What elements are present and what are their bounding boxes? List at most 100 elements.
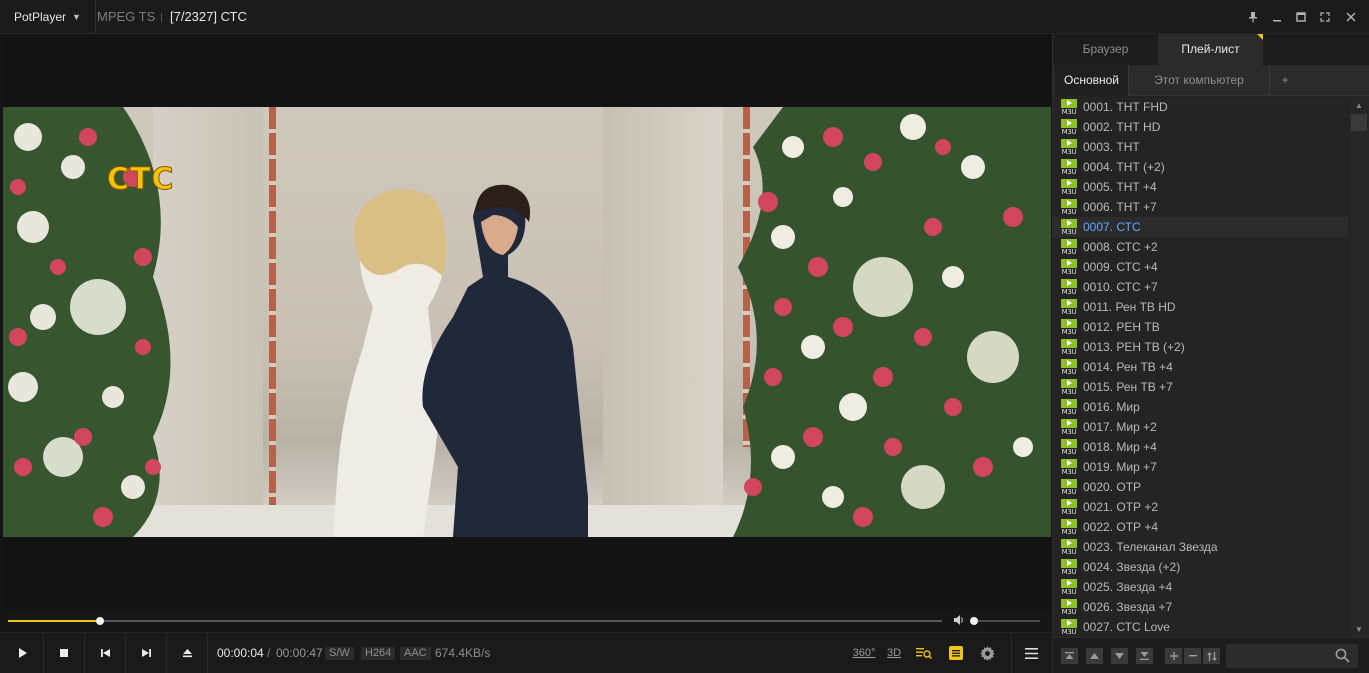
- playlist-item[interactable]: M3U 0002. ТНТ HD: [1053, 117, 1348, 137]
- m3u-file-icon: M3U: [1061, 558, 1077, 576]
- move-top-icon[interactable]: [1061, 648, 1078, 664]
- subtab-this-computer[interactable]: Этот компьютер: [1129, 65, 1270, 96]
- playlist-item-label: 0003. ТНТ: [1083, 140, 1140, 154]
- vr-360-button[interactable]: 360°: [853, 633, 876, 673]
- channel-logo: СТС: [107, 162, 175, 198]
- search-icon[interactable]: [1335, 648, 1350, 666]
- subtab-main[interactable]: Основной: [1055, 65, 1129, 96]
- m3u-file-icon: M3U: [1061, 398, 1077, 416]
- minimize-icon[interactable]: [1265, 0, 1289, 34]
- volume-handle[interactable]: [970, 617, 978, 625]
- volume-slider[interactable]: [970, 617, 1040, 625]
- playlist-item[interactable]: M3U 0005. ТНТ +4: [1053, 177, 1348, 197]
- chevron-down-icon: ▼: [72, 12, 81, 22]
- next-button[interactable]: [126, 633, 167, 673]
- playlist-item[interactable]: M3U 0027. СТС Love: [1053, 617, 1348, 637]
- playlist-item-label: 0011. Рен ТВ HD: [1083, 300, 1176, 314]
- playlist-item[interactable]: M3U 0011. Рен ТВ HD: [1053, 297, 1348, 317]
- seek-bar[interactable]: [8, 617, 942, 625]
- scroll-down-icon[interactable]: ▼: [1349, 621, 1369, 637]
- playlist-item[interactable]: M3U 0007. СТС: [1053, 217, 1348, 237]
- m3u-file-icon: M3U: [1061, 618, 1077, 636]
- playlist-item-label: 0007. СТС: [1083, 220, 1141, 234]
- playlist-search-button[interactable]: [914, 633, 934, 673]
- settings-button[interactable]: [978, 633, 996, 673]
- m3u-file-icon: M3U: [1061, 98, 1077, 116]
- video-area[interactable]: СТС: [3, 34, 1051, 610]
- playlist-item[interactable]: M3U 0003. ТНТ: [1053, 137, 1348, 157]
- play-button[interactable]: [3, 633, 44, 673]
- add-item-icon[interactable]: [1165, 648, 1182, 664]
- tab-playlist[interactable]: Плей-лист: [1158, 34, 1263, 65]
- media-format: MPEG TS: [97, 9, 156, 24]
- scroll-thumb[interactable]: [1351, 114, 1367, 131]
- brick-column: [269, 107, 276, 517]
- volume-icon[interactable]: [953, 614, 965, 629]
- playlist-item[interactable]: M3U 0006. ТНТ +7: [1053, 197, 1348, 217]
- add-subtab-button[interactable]: +: [1270, 65, 1300, 96]
- playlist-item[interactable]: M3U 0018. Мир +4: [1053, 437, 1348, 457]
- previous-button[interactable]: [85, 633, 126, 673]
- playlist-search-input[interactable]: [1226, 644, 1358, 668]
- playlist-footer: [1053, 637, 1369, 673]
- playlist-item[interactable]: M3U 0022. ОТР +4: [1053, 517, 1348, 537]
- m3u-file-icon: M3U: [1061, 538, 1077, 556]
- decoder-badge[interactable]: S/W: [325, 647, 354, 660]
- remove-item-icon[interactable]: [1184, 648, 1201, 664]
- playlist-item[interactable]: M3U 0024. Звезда (+2): [1053, 557, 1348, 577]
- eject-icon: [182, 649, 192, 658]
- playlist-item[interactable]: M3U 0013. РЕН ТВ (+2): [1053, 337, 1348, 357]
- playlist-item-label: 0014. Рен ТВ +4: [1083, 360, 1173, 374]
- playlist-item-label: 0002. ТНТ HD: [1083, 120, 1161, 134]
- playlist-item[interactable]: M3U 0026. Звезда +7: [1053, 597, 1348, 617]
- video-frame[interactable]: СТС: [3, 107, 1051, 537]
- playlist-toggle-button[interactable]: [947, 633, 965, 673]
- playlist-item[interactable]: M3U 0023. Телеканал Звезда: [1053, 537, 1348, 557]
- playlist-scrollbar[interactable]: ▲ ▼: [1349, 97, 1369, 637]
- playlist-search-icon: [916, 648, 932, 660]
- move-up-icon[interactable]: [1086, 648, 1103, 664]
- pin-icon[interactable]: [1241, 0, 1265, 34]
- eject-button[interactable]: [167, 633, 208, 673]
- playlist-item[interactable]: M3U 0015. Рен ТВ +7: [1053, 377, 1348, 397]
- sort-icon[interactable]: [1203, 648, 1220, 664]
- playlist-item[interactable]: M3U 0016. Мир: [1053, 397, 1348, 417]
- m3u-file-icon: M3U: [1061, 278, 1077, 296]
- playlist-item[interactable]: M3U 0001. ТНТ FHD: [1053, 97, 1348, 117]
- playlist-item[interactable]: M3U 0019. Мир +7: [1053, 457, 1348, 477]
- playlist-item[interactable]: M3U 0020. ОТР: [1053, 477, 1348, 497]
- main-menu-button[interactable]: [1011, 633, 1051, 673]
- playlist-item[interactable]: M3U 0010. СТС +7: [1053, 277, 1348, 297]
- skip-back-icon: [100, 649, 110, 657]
- playlist-item[interactable]: M3U 0012. РЕН ТВ: [1053, 317, 1348, 337]
- move-down-icon[interactable]: [1111, 648, 1128, 664]
- playlist-item[interactable]: M3U 0014. Рен ТВ +4: [1053, 357, 1348, 377]
- playlist-item[interactable]: M3U 0021. ОТР +2: [1053, 497, 1348, 517]
- m3u-file-icon: M3U: [1061, 238, 1077, 256]
- audio-codec-badge[interactable]: AAC: [400, 647, 431, 660]
- stop-button[interactable]: [44, 633, 85, 673]
- playlist-item-label: 0005. ТНТ +4: [1083, 180, 1157, 194]
- fullscreen-icon[interactable]: [1313, 0, 1337, 34]
- playlist-item[interactable]: M3U 0009. СТС +4: [1053, 257, 1348, 277]
- move-bottom-icon[interactable]: [1136, 648, 1153, 664]
- m3u-file-icon: M3U: [1061, 498, 1077, 516]
- playlist-list[interactable]: M3U 0001. ТНТ FHD M3U 0002. ТНТ HD M3U 0003. …: [1053, 97, 1348, 637]
- app-menu-button[interactable]: PotPlayer ▼: [0, 0, 96, 34]
- tab-browser[interactable]: Браузер: [1053, 34, 1158, 65]
- scene-couple: [333, 184, 588, 537]
- playlist-item-label: 0019. Мир +7: [1083, 460, 1157, 474]
- close-icon[interactable]: [1339, 0, 1363, 34]
- playlist-item[interactable]: M3U 0008. СТС +2: [1053, 237, 1348, 257]
- app-name: PotPlayer: [14, 10, 67, 24]
- 3d-button[interactable]: 3D: [884, 633, 904, 673]
- video-codec-badge[interactable]: H264: [361, 647, 396, 660]
- playlist-item-label: 0012. РЕН ТВ: [1083, 320, 1160, 334]
- scroll-up-icon[interactable]: ▲: [1349, 97, 1369, 113]
- playlist-item[interactable]: M3U 0025. Звезда +4: [1053, 577, 1348, 597]
- playlist-item[interactable]: M3U 0004. ТНТ (+2): [1053, 157, 1348, 177]
- maximize-icon[interactable]: [1289, 0, 1313, 34]
- m3u-file-icon: M3U: [1061, 318, 1077, 336]
- seek-handle[interactable]: [95, 617, 104, 625]
- playlist-item[interactable]: M3U 0017. Мир +2: [1053, 417, 1348, 437]
